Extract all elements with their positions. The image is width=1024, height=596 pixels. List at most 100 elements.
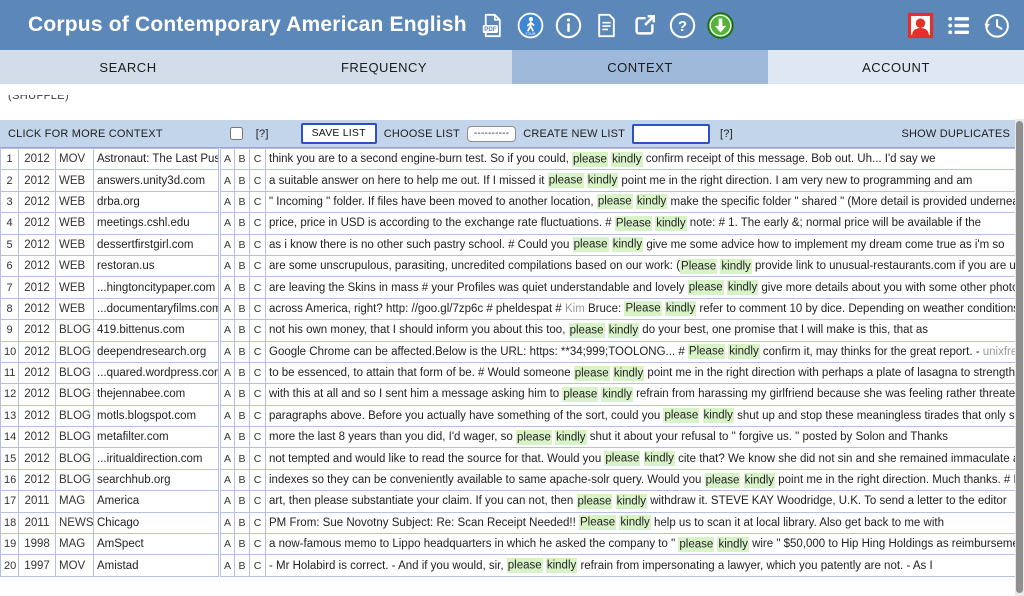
help-link-2[interactable]: [?] bbox=[720, 128, 733, 140]
abc-link-c[interactable]: C bbox=[250, 298, 266, 319]
source-link[interactable]: Amistad bbox=[94, 555, 220, 576]
abc-link-b[interactable]: B bbox=[235, 191, 250, 212]
abc-link-c[interactable]: C bbox=[250, 427, 266, 448]
kwic-word[interactable]: Please bbox=[615, 216, 652, 231]
kwic-word[interactable]: please bbox=[577, 494, 613, 509]
source-link[interactable]: ...hingtoncitypaper.com bbox=[94, 277, 220, 298]
tab-frequency[interactable]: FREQUENCY bbox=[256, 50, 512, 84]
source-link[interactable]: America bbox=[94, 491, 220, 512]
abc-link-b[interactable]: B bbox=[235, 170, 250, 191]
kwic-word[interactable]: please bbox=[548, 173, 584, 188]
concordance-text[interactable]: a now-famous memo to Lippo headquarters … bbox=[266, 534, 1024, 555]
kwic-word[interactable]: please bbox=[705, 473, 741, 488]
source-link[interactable]: drba.org bbox=[94, 191, 220, 212]
kwic-word[interactable]: kindly bbox=[608, 323, 639, 338]
abc-link-b[interactable]: B bbox=[235, 534, 250, 555]
context-checkbox[interactable] bbox=[230, 127, 243, 140]
kwic-word[interactable]: please bbox=[688, 280, 724, 295]
abc-link-c[interactable]: C bbox=[250, 405, 266, 426]
concordance-text[interactable]: Google Chrome can be affected.Below is t… bbox=[266, 341, 1024, 362]
pdf-icon[interactable]: PDF bbox=[479, 12, 506, 39]
concordance-text[interactable]: more the last 8 years than you did, I'd … bbox=[266, 427, 1024, 448]
abc-link-b[interactable]: B bbox=[235, 405, 250, 426]
info-icon[interactable] bbox=[555, 12, 582, 39]
source-link[interactable]: deependresearch.org bbox=[94, 341, 220, 362]
tab-context[interactable]: CONTEXT bbox=[512, 50, 768, 84]
concordance-text[interactable]: as i know there is no other such pastry … bbox=[266, 234, 1024, 255]
download-icon[interactable] bbox=[707, 12, 734, 39]
abc-link-c[interactable]: C bbox=[250, 213, 266, 234]
abc-link-a[interactable]: A bbox=[220, 491, 235, 512]
abc-link-a[interactable]: A bbox=[220, 427, 235, 448]
kwic-word[interactable]: kindly bbox=[546, 558, 577, 573]
tab-account[interactable]: ACCOUNT bbox=[768, 50, 1024, 84]
create-list-input[interactable] bbox=[632, 124, 710, 144]
abc-link-c[interactable]: C bbox=[250, 448, 266, 469]
abc-link-a[interactable]: A bbox=[220, 298, 235, 319]
abc-link-a[interactable]: A bbox=[220, 512, 235, 533]
abc-link-b[interactable]: B bbox=[235, 234, 250, 255]
abc-link-a[interactable]: A bbox=[220, 213, 235, 234]
source-link[interactable]: meetings.cshl.edu bbox=[94, 213, 220, 234]
abc-link-b[interactable]: B bbox=[235, 469, 250, 490]
abc-link-c[interactable]: C bbox=[250, 362, 266, 383]
concordance-text[interactable]: a suitable answer on here to help me out… bbox=[266, 170, 1024, 191]
help-link-1[interactable]: [?] bbox=[256, 128, 269, 140]
abc-link-b[interactable]: B bbox=[235, 555, 250, 576]
abc-link-c[interactable]: C bbox=[250, 170, 266, 191]
kwic-word[interactable]: Please bbox=[579, 515, 616, 530]
abc-link-a[interactable]: A bbox=[220, 170, 235, 191]
kwic-word[interactable]: kindly bbox=[613, 366, 644, 381]
concordance-text[interactable]: paragraphs above. Before you actually ha… bbox=[266, 405, 1024, 426]
kwic-word[interactable]: Please bbox=[680, 259, 717, 274]
kwic-word[interactable]: kindly bbox=[555, 430, 586, 445]
abc-link-c[interactable]: C bbox=[250, 555, 266, 576]
kwic-word[interactable]: kindly bbox=[616, 494, 647, 509]
kwic-word[interactable]: kindly bbox=[703, 408, 734, 423]
abc-link-c[interactable]: C bbox=[250, 384, 266, 405]
kwic-word[interactable]: kindly bbox=[601, 387, 632, 402]
kwic-word[interactable]: please bbox=[663, 408, 699, 423]
source-link[interactable]: searchhub.org bbox=[94, 469, 220, 490]
kwic-word[interactable]: Please bbox=[688, 344, 725, 359]
concordance-text[interactable]: are leaving the Skins in mass # your Pro… bbox=[266, 277, 1024, 298]
source-link[interactable]: Chicago bbox=[94, 512, 220, 533]
source-link[interactable]: AmSpect bbox=[94, 534, 220, 555]
abc-link-a[interactable]: A bbox=[220, 405, 235, 426]
concordance-text[interactable]: " Incoming " folder. If files have been … bbox=[266, 191, 1024, 212]
shuffle-link[interactable]: (SHUFFLE) bbox=[8, 95, 69, 103]
abc-link-b[interactable]: B bbox=[235, 213, 250, 234]
abc-link-a[interactable]: A bbox=[220, 448, 235, 469]
abc-link-b[interactable]: B bbox=[235, 341, 250, 362]
concordance-text[interactable]: to be essenced, to attain that form of b… bbox=[266, 362, 1024, 383]
history-icon[interactable] bbox=[983, 12, 1010, 39]
abc-link-a[interactable]: A bbox=[220, 320, 235, 341]
kwic-word[interactable]: please bbox=[604, 451, 640, 466]
concordance-text[interactable]: not his own money, that I should inform … bbox=[266, 320, 1024, 341]
abc-link-a[interactable]: A bbox=[220, 234, 235, 255]
abc-link-b[interactable]: B bbox=[235, 427, 250, 448]
save-list-button[interactable]: SAVE LIST bbox=[301, 123, 377, 144]
source-link[interactable]: metafilter.com bbox=[94, 427, 220, 448]
kwic-word[interactable]: please bbox=[516, 430, 552, 445]
kwic-word[interactable]: kindly bbox=[744, 473, 775, 488]
abc-link-a[interactable]: A bbox=[220, 384, 235, 405]
abc-link-b[interactable]: B bbox=[235, 149, 250, 170]
abc-link-b[interactable]: B bbox=[235, 512, 250, 533]
source-link[interactable]: ...iritualdirection.com bbox=[94, 448, 220, 469]
abc-link-b[interactable]: B bbox=[235, 255, 250, 276]
abc-link-a[interactable]: A bbox=[220, 341, 235, 362]
abc-link-c[interactable]: C bbox=[250, 491, 266, 512]
abc-link-b[interactable]: B bbox=[235, 448, 250, 469]
kwic-word[interactable]: please bbox=[678, 537, 714, 552]
kwic-word[interactable]: kindly bbox=[720, 259, 751, 274]
source-link[interactable]: ...quared.wordpress.com bbox=[94, 362, 220, 383]
abc-link-a[interactable]: A bbox=[220, 149, 235, 170]
concordance-text[interactable]: across America, right? http: //goo.gl/7z… bbox=[266, 298, 1024, 319]
concordance-text[interactable]: price, price in USD is according to the … bbox=[266, 213, 1024, 234]
concordance-text[interactable]: think you are to a second engine-burn te… bbox=[266, 149, 1024, 170]
kwic-word[interactable]: kindly bbox=[587, 173, 618, 188]
abc-link-c[interactable]: C bbox=[250, 320, 266, 341]
abc-link-c[interactable]: C bbox=[250, 255, 266, 276]
concordance-text[interactable]: are some unscrupulous, parasiting, uncre… bbox=[266, 255, 1024, 276]
